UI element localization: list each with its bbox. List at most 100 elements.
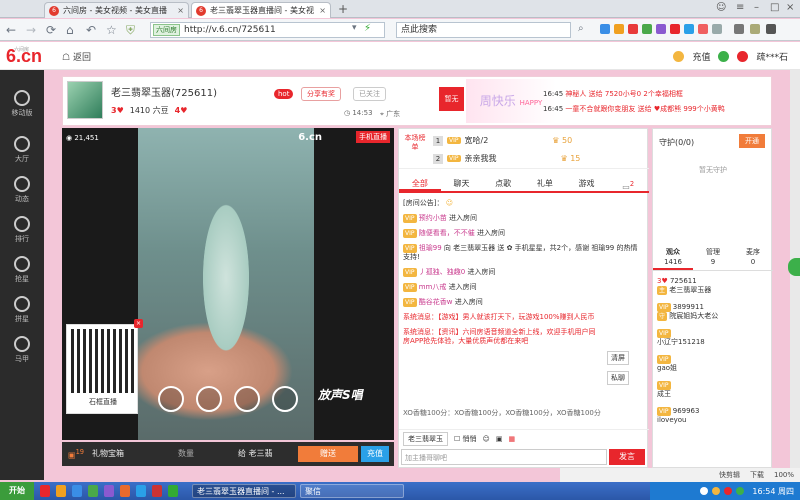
quicklaunch-icon[interactable] [56,485,66,497]
avatar[interactable] [737,51,749,62]
toolbar-app-icon[interactable] [628,24,638,34]
close-icon[interactable]: × [134,319,143,328]
rank-row[interactable]: 1 VIP 宽哈/2 ♛ 50 [433,135,572,146]
toolbar-app-icon[interactable] [698,24,708,34]
sidebar-item-dynamic[interactable]: 动态 [0,176,44,204]
share-button[interactable]: 分享有奖 [301,87,341,101]
toolbar-app-icon[interactable] [656,24,666,34]
browser-tab[interactable]: 6 六间房 - 美女视频 - 美女直播 × [44,2,189,18]
tab-all[interactable]: 全部 [399,177,441,191]
whisper-checkbox[interactable]: ☐ 悄悄 [454,434,477,444]
tab-songs[interactable]: 点歌 [482,177,524,191]
tab-chat[interactable]: 聊天 [441,177,483,191]
viewer-item[interactable]: VIP 969963 iloveyou [657,407,769,425]
quicklaunch-icon[interactable] [120,485,130,497]
new-tab-button[interactable]: + [338,2,348,16]
sidebar-item-rank[interactable]: 排行 [0,216,44,244]
seat-icon[interactable] [158,386,184,412]
sidebar-item-vest[interactable]: 马甲 [0,336,44,364]
undo-icon[interactable]: ↶ [86,23,96,37]
gift-icon[interactable]: ▦ [508,435,515,443]
quicklaunch-icon[interactable] [72,485,82,497]
tab-admins[interactable]: 管理 9 [693,245,733,270]
forward-icon[interactable]: → [26,23,36,37]
quicklaunch-icon[interactable] [152,485,162,497]
quicklaunch-icon[interactable] [40,485,50,497]
close-tab-icon[interactable]: × [177,6,184,15]
sidebar-item-star[interactable]: 抢星 [0,256,44,284]
gift-box-icon[interactable]: ▣19 [68,448,84,460]
tray-icon[interactable] [712,487,721,495]
tray-icon[interactable] [724,487,733,495]
home-icon[interactable]: ⌂ [66,23,74,37]
seat-icon[interactable] [234,386,260,412]
quicklaunch-icon[interactable] [104,485,114,497]
recharge-link[interactable]: 充值 [692,50,710,63]
search-icon[interactable]: ⌕ [578,23,584,34]
toolbar-app-icon[interactable] [712,24,722,34]
viewer-item[interactable]: VIP gao姐 [657,355,769,373]
image-icon[interactable]: ▣ [496,435,503,443]
menu-icon[interactable]: ≡ [736,2,744,13]
toolbar-app-icon[interactable] [750,24,760,34]
download-link[interactable]: 下载 [750,470,764,480]
gift-box-button[interactable]: 礼物宝箱 [92,448,124,459]
back-icon[interactable]: ← [6,23,16,37]
url-input[interactable]: 六间房 http://v.6.cn/725611 [150,22,385,38]
quick-cut-link[interactable]: 快剪辑 [719,470,740,480]
tab-queue[interactable]: 麦序 0 [733,245,773,270]
video-player[interactable]: ◉ 21,451 6.cn 手机直播 石框直播 × 放声S唱 [62,128,394,440]
follow-button[interactable]: 已关注 [353,87,386,101]
search-input[interactable]: 点此搜索 [396,22,571,38]
quicklaunch-icon[interactable] [88,485,98,497]
tray-icon[interactable] [736,487,745,495]
taskbar-item[interactable]: 聚信 [300,484,404,498]
tab-gifts[interactable]: 礼单 [524,177,566,191]
sidebar-item-pin[interactable]: 拼星 [0,296,44,324]
quantity-input[interactable]: 数量 [178,448,194,459]
toolbar-app-icon[interactable] [766,24,776,34]
minimize-icon[interactable]: – [754,2,759,13]
toolbar-app-icon[interactable] [734,24,744,34]
refresh-icon[interactable]: ⟳ [46,23,56,37]
quicklaunch-icon[interactable] [136,485,146,497]
prize-badge[interactable]: 暂无 [439,87,464,111]
toolbar-app-icon[interactable] [600,24,610,34]
dropdown-icon[interactable]: ▾ [352,23,357,33]
room-thumbnail[interactable] [67,81,103,119]
viewer-item[interactable]: 3♥ 725611 主 老三翡翠玉器 [657,277,769,295]
tab-more[interactable]: ▭2 [607,177,649,192]
check-icon[interactable] [718,51,730,62]
private-chat-button[interactable]: 私聊 [607,371,629,385]
recipient-select[interactable]: 给 老三翡 [238,448,273,459]
start-button[interactable]: 开始 [0,482,34,500]
tray-icon[interactable] [700,487,709,495]
open-guard-button[interactable]: 开通 [739,134,765,148]
viewer-item[interactable]: VIP 小辽宁151218 [657,329,769,347]
close-tab-icon[interactable]: × [319,6,326,15]
username[interactable]: 疏***石 [756,50,788,63]
zoom-level[interactable]: 100% [774,471,794,479]
send-gift-button[interactable]: 赠送 [298,446,358,462]
recharge-button[interactable]: 充值 [361,446,389,462]
sidebar-item-mobile[interactable]: 移动版 [0,90,44,118]
toolbar-app-icon[interactable] [670,24,680,34]
rank-tag[interactable]: 本场榜单 [403,134,427,152]
close-window-icon[interactable]: × [786,2,794,13]
site-logo[interactable]: 六间房 6.cn [6,47,42,65]
seat-icon[interactable] [196,386,222,412]
toolbar-app-icon[interactable] [684,24,694,34]
maximize-icon[interactable]: □ [770,2,779,13]
bookmark-star-icon[interactable]: ☆ [106,23,117,37]
clear-screen-button[interactable]: 清屏 [607,351,629,365]
phone-live-badge[interactable]: 手机直播 [356,131,390,143]
skin-icon[interactable]: ☺ [716,2,726,13]
emoji-icon[interactable]: ☺ [483,435,490,443]
taskbar-item[interactable]: 老三翡翠玉器直播间 - ... [192,484,296,498]
viewer-item[interactable]: VIP 成王 [657,381,769,399]
quicklaunch-icon[interactable] [168,485,178,497]
lightning-icon[interactable]: ⚡ [364,23,371,34]
side-float-button[interactable] [788,258,800,276]
back-link[interactable]: ☖ 返回 [62,50,91,63]
viewer-item[interactable]: VIP 3899911 守 院宸姐妈大老公 [657,303,769,321]
